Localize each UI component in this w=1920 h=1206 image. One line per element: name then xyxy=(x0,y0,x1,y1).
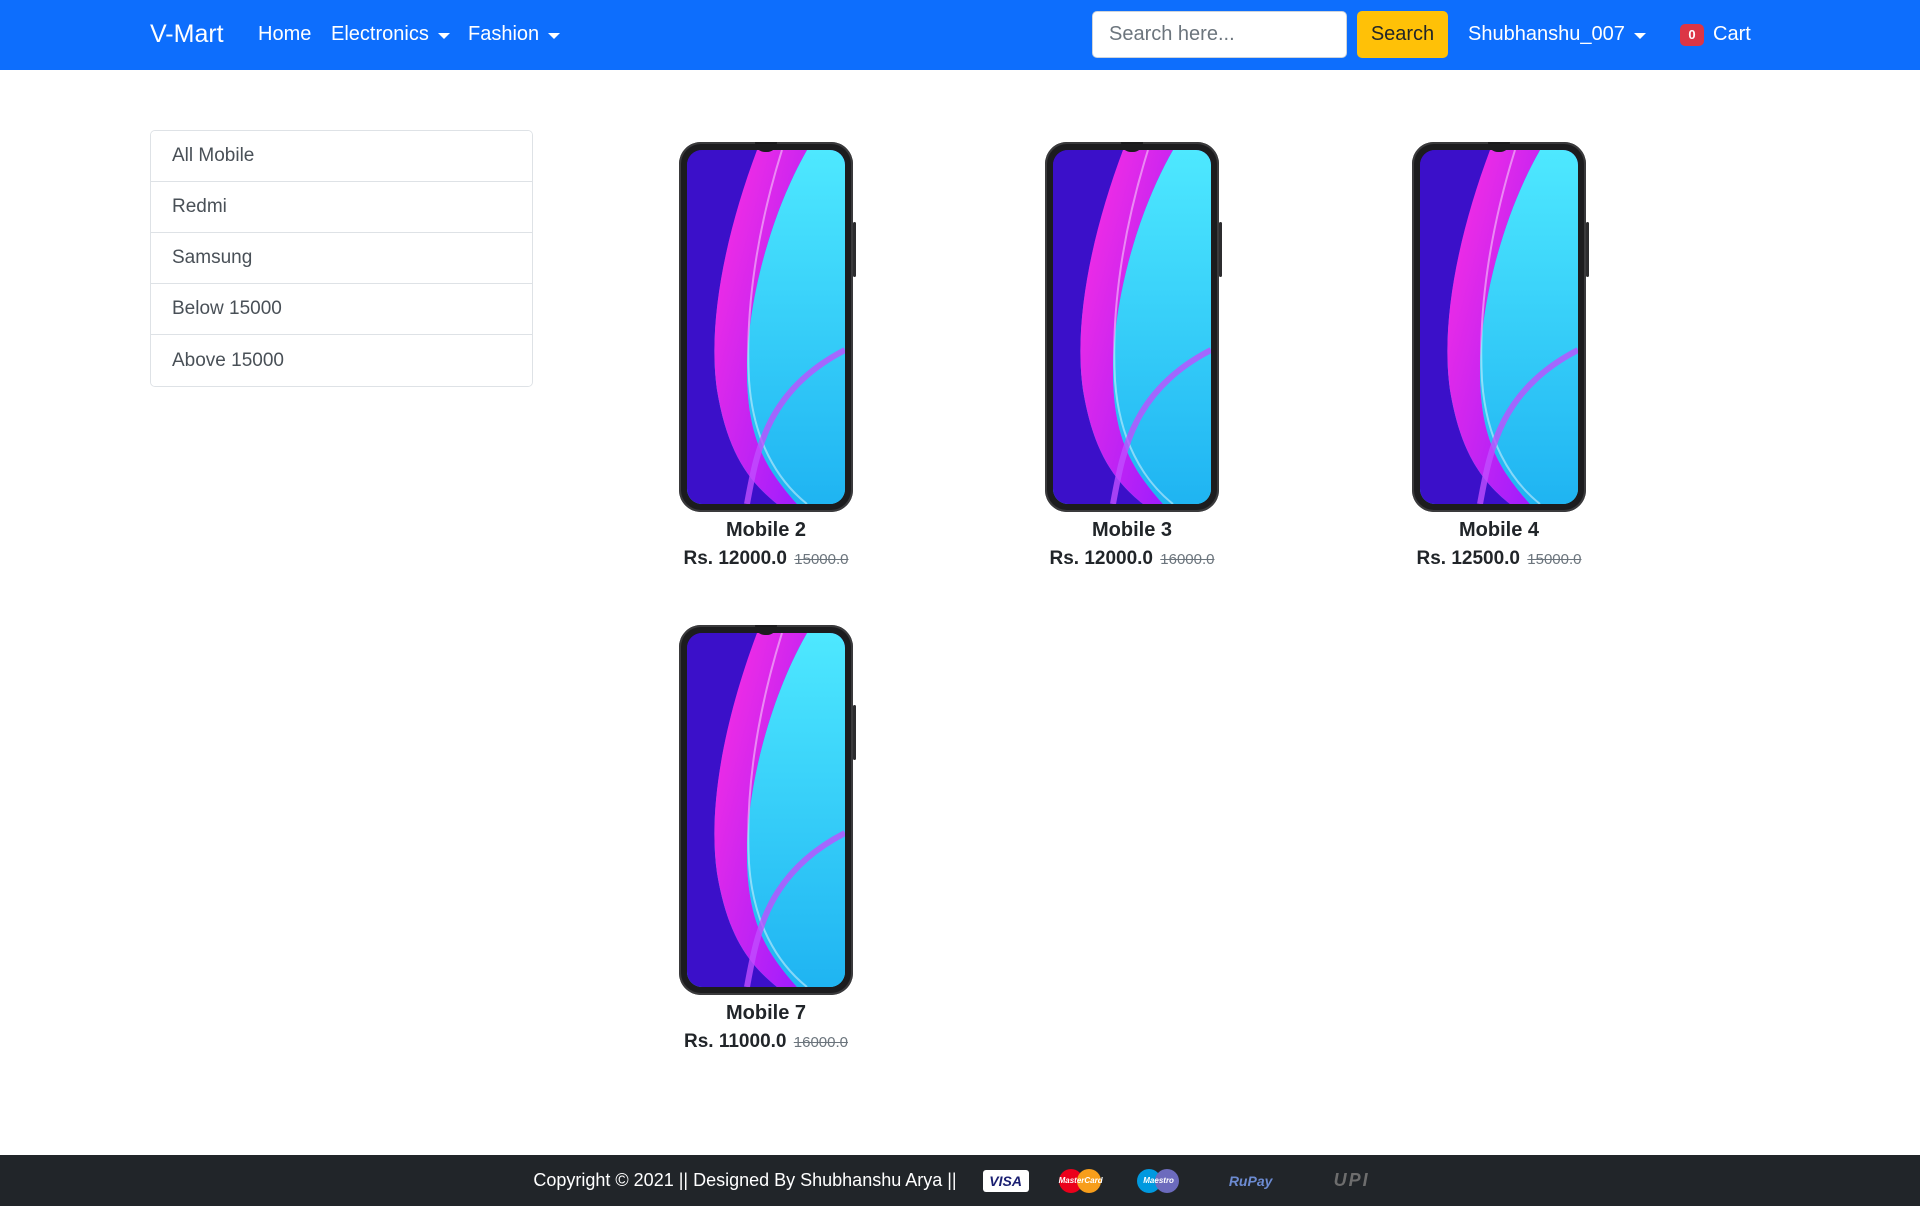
old-price: 16000.0 xyxy=(1160,551,1215,568)
product-name: Mobile 7 xyxy=(725,1002,806,1024)
old-price: 15000.0 xyxy=(794,551,849,568)
current-price: Rs. 12500.0 xyxy=(1416,548,1520,569)
filter-all-mobile[interactable]: All Mobile xyxy=(151,131,532,182)
phone-image xyxy=(1045,142,1222,512)
nav-link-electronics[interactable]: Electronics xyxy=(331,23,450,46)
product-price: Rs. 12000.0 15000.0 xyxy=(646,548,886,570)
phone-image xyxy=(1412,142,1589,512)
product-name: Mobile 3 xyxy=(1091,519,1172,541)
product-card[interactable]: Mobile 3 Rs. 12000.0 16000.0 xyxy=(1012,142,1252,570)
maestro-logo: Maestro xyxy=(1133,1168,1185,1193)
old-price: 16000.0 xyxy=(793,1034,848,1051)
nav-link-label: Fashion xyxy=(468,23,540,45)
phone-image xyxy=(679,142,856,512)
caret-down-icon xyxy=(1633,32,1646,39)
product-card[interactable]: Mobile 4 Rs. 12500.0 15000.0 xyxy=(1379,142,1619,570)
current-price: Rs. 11000.0 xyxy=(684,1031,787,1052)
filter-above-15000[interactable]: Above 15000 xyxy=(151,335,532,386)
nav-link-label: Electronics xyxy=(331,23,429,45)
caret-down-icon xyxy=(437,32,450,39)
filter-samsung[interactable]: Samsung xyxy=(151,233,532,284)
product-name: Mobile 4 xyxy=(1458,519,1539,541)
phone-image xyxy=(679,625,856,995)
nav-link-home[interactable]: Home xyxy=(258,23,311,46)
navbar: V-Mart Home Electronics Fashion Search S… xyxy=(0,0,1920,70)
rupay-logo: RuPay xyxy=(1228,1172,1273,1189)
current-price: Rs. 12000.0 xyxy=(683,548,787,569)
current-price: Rs. 12000.0 xyxy=(1049,548,1153,569)
search-button[interactable]: Search xyxy=(1357,11,1448,58)
nav-link-label: Home xyxy=(258,23,312,45)
product-card[interactable]: Mobile 7 Rs. 11000.0 16000.0 xyxy=(646,625,886,1053)
filter-redmi[interactable]: Redmi xyxy=(151,182,532,233)
product-card[interactable]: Mobile 2 Rs. 12000.0 15000.0 xyxy=(646,142,886,570)
cart-count-badge: 0 xyxy=(1680,23,1704,46)
cart-link[interactable]: 0 Cart xyxy=(1680,23,1751,46)
product-price: Rs. 12500.0 15000.0 xyxy=(1379,548,1619,570)
product-price: Rs. 12000.0 16000.0 xyxy=(1012,548,1252,570)
copyright-text: Copyright © 2021 || Designed By Shubhans… xyxy=(533,1170,957,1190)
brand-logo[interactable]: V-Mart xyxy=(150,20,224,49)
footer: Copyright © 2021 || Designed By Shubhans… xyxy=(0,1155,1920,1206)
category-filter-list: All Mobile Redmi Samsung Below 15000 Abo… xyxy=(150,130,533,387)
product-name: Mobile 2 xyxy=(725,519,806,541)
nav-link-fashion[interactable]: Fashion xyxy=(468,23,561,46)
mastercard-logo: MasterCard xyxy=(1055,1168,1107,1193)
cart-label: Cart xyxy=(1713,23,1751,45)
caret-down-icon xyxy=(548,32,561,39)
user-name: Shubhanshu_007 xyxy=(1468,23,1625,45)
visa-logo: VISA xyxy=(982,1169,1029,1192)
product-price: Rs. 11000.0 16000.0 xyxy=(646,1031,886,1053)
user-dropdown[interactable]: Shubhanshu_007 xyxy=(1468,23,1646,46)
search-input[interactable] xyxy=(1092,11,1347,58)
old-price: 15000.0 xyxy=(1527,551,1582,568)
upi-logo: UPI xyxy=(1333,1170,1370,1190)
filter-below-15000[interactable]: Below 15000 xyxy=(151,284,532,335)
